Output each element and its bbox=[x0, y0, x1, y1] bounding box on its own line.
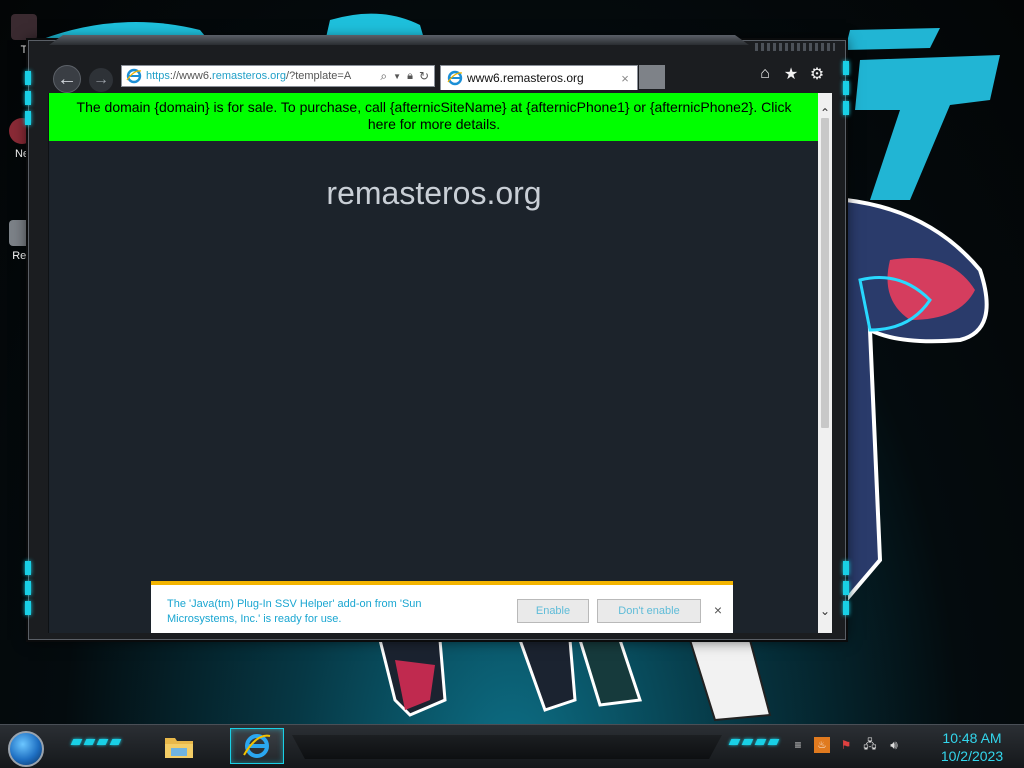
window-frame-decoration bbox=[755, 43, 835, 51]
dont-enable-button[interactable]: Don't enable bbox=[597, 599, 701, 623]
internet-explorer-icon bbox=[243, 734, 271, 758]
address-bar[interactable]: https://www6.remasteros.org/?template=A … bbox=[121, 65, 435, 87]
site-title: remasteros.org bbox=[326, 175, 542, 211]
show-hidden-icons-icon[interactable]: ≡ bbox=[790, 737, 806, 753]
java-icon[interactable]: ♨ bbox=[814, 737, 830, 753]
url-host: remasteros.org bbox=[212, 70, 287, 82]
clock-date: 10/2/2023 bbox=[940, 748, 1004, 764]
window-frame-bevel bbox=[49, 35, 749, 45]
taskbar-lights-right bbox=[728, 739, 780, 745]
frame-lights-left-bottom bbox=[25, 561, 33, 615]
app-icon bbox=[11, 14, 37, 40]
tab-close-icon[interactable]: × bbox=[617, 71, 633, 86]
start-button[interactable] bbox=[8, 731, 44, 767]
notification-message: The 'Java(tm) Plug-In SSV Helper' add-on… bbox=[167, 598, 422, 625]
taskbar-track bbox=[292, 735, 722, 759]
file-explorer-icon bbox=[165, 738, 193, 758]
taskbar: ≡ ♨ ⚑ 🖧︎ 🔊︎ 10:48 AM 10/2/2023 bbox=[0, 724, 1024, 768]
internet-explorer-icon bbox=[126, 68, 142, 84]
desktop-icon-label: T bbox=[20, 44, 28, 56]
scrollbar-thumb[interactable] bbox=[821, 118, 829, 428]
tab-title: www6.remasteros.org bbox=[467, 71, 584, 85]
url-protocol: https bbox=[146, 70, 170, 82]
action-center-icon[interactable]: ⚑ bbox=[838, 737, 854, 753]
clock-time: 10:48 AM bbox=[942, 730, 1002, 746]
system-tray: ≡ ♨ ⚑ 🖧︎ 🔊︎ bbox=[790, 737, 902, 753]
url-path: /?template=A bbox=[286, 70, 352, 82]
browser-window: ← → https://www6.remasteros.org/?templat… bbox=[25, 35, 849, 640]
home-icon[interactable]: ⌂ bbox=[757, 65, 773, 83]
forward-button[interactable]: → bbox=[89, 68, 113, 92]
chevron-down-icon[interactable]: ▼ bbox=[393, 72, 401, 81]
vertical-scrollbar[interactable]: ⌃ ⌄ bbox=[818, 93, 832, 633]
desktop-icon-label: Ne bbox=[14, 148, 30, 160]
refresh-icon[interactable]: ↻ bbox=[419, 69, 429, 83]
network-icon[interactable]: 🖧︎ bbox=[862, 737, 878, 753]
back-button[interactable]: ← bbox=[53, 65, 81, 93]
browser-tab[interactable]: www6.remasteros.org × bbox=[440, 65, 638, 90]
enable-button[interactable]: Enable bbox=[517, 599, 589, 623]
taskbar-internet-explorer[interactable] bbox=[230, 728, 284, 764]
arrow-left-icon: ← bbox=[57, 67, 77, 90]
star-icon[interactable]: ★ bbox=[783, 65, 799, 83]
scroll-down-icon[interactable]: ⌄ bbox=[818, 603, 832, 619]
taskbar-file-explorer[interactable] bbox=[152, 728, 206, 764]
internet-explorer-icon bbox=[447, 70, 463, 86]
frame-lights-left-top bbox=[25, 71, 33, 125]
search-icon[interactable]: ⌕ bbox=[380, 69, 387, 84]
new-tab-button[interactable] bbox=[639, 65, 665, 89]
taskbar-lights-left bbox=[70, 739, 122, 745]
close-icon[interactable]: × bbox=[711, 603, 725, 617]
frame-lights-right-top bbox=[843, 61, 851, 115]
lock-icon[interactable]: 🔒︎ bbox=[407, 70, 413, 83]
taskbar-clock[interactable]: 10:48 AM 10/2/2023 bbox=[930, 729, 1014, 765]
address-url[interactable]: https://www6.remasteros.org/?template=A bbox=[146, 70, 380, 82]
gear-icon[interactable]: ⚙ bbox=[809, 65, 825, 83]
page-viewport: The domain {domain} is for sale. To purc… bbox=[48, 93, 832, 633]
frame-lights-right-bottom bbox=[843, 561, 851, 615]
url-prefix: ://www6. bbox=[169, 70, 213, 82]
arrow-right-icon: → bbox=[93, 71, 109, 88]
command-icons: ⌂ ★ ⚙ bbox=[757, 65, 825, 83]
volume-icon[interactable]: 🔊︎ bbox=[886, 737, 902, 753]
domain-sale-banner[interactable]: The domain {domain} is for sale. To purc… bbox=[49, 93, 819, 141]
addon-notification-bar: The 'Java(tm) Plug-In SSV Helper' add-on… bbox=[151, 581, 733, 633]
